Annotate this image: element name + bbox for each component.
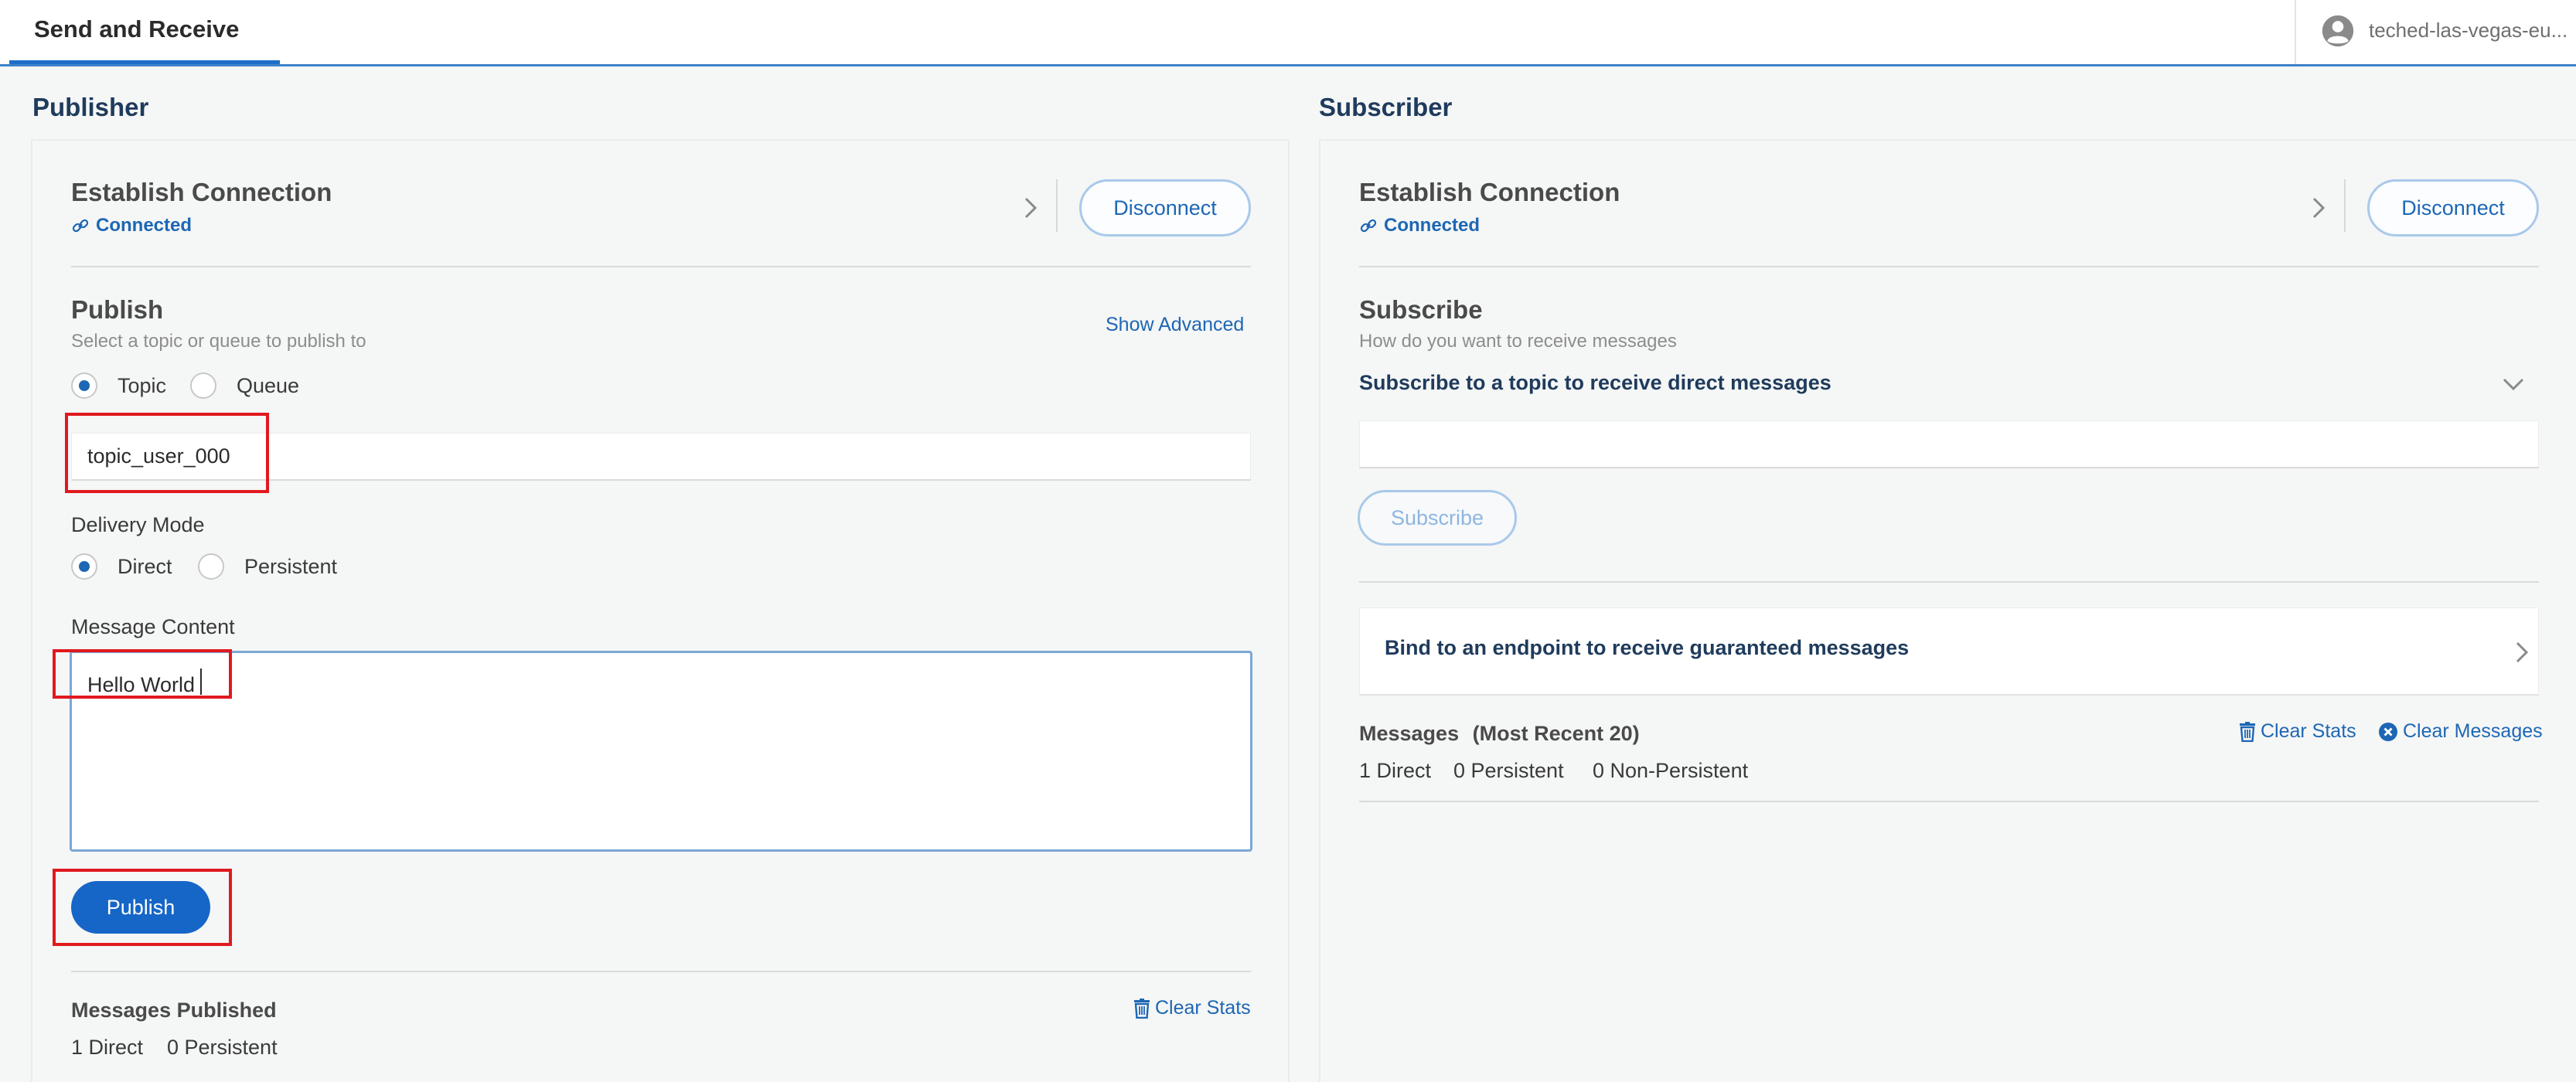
message-content-label: Message Content [71,615,235,638]
tab-send-and-receive[interactable]: Send and Receive [9,0,280,64]
received-non-persistent-count: 0 Non-Persistent [1593,759,1749,782]
bind-endpoint-label: Bind to an endpoint to receive guarantee… [1385,636,1910,659]
queue-radio[interactable] [190,373,216,399]
clear-stats-label: Clear Stats [1155,997,1251,1019]
disconnect-button[interactable]: Disconnect [1079,179,1251,236]
subscribe-direct-title[interactable]: Subscribe to a topic to receive direct m… [1359,371,1831,395]
publisher-connection-status: Connected [71,215,192,236]
link-icon [72,219,89,233]
divider [1056,179,1058,232]
status-text: Connected [96,215,193,236]
divider [1359,801,2539,802]
trash-icon [2240,721,2255,742]
highlight-box [53,649,232,699]
clear-stats-label: Clear Stats [2261,720,2356,742]
publish-title: Publish [71,295,164,324]
delivery-mode-label: Delivery Mode [71,513,205,536]
highlight-box [53,869,232,946]
topic-radio-label: Topic [118,374,167,397]
publisher-card: Establish Connection Connected Disconnec… [31,139,1290,1082]
received-direct-count: 1 Direct [1359,759,1432,782]
subscribe-title: Subscribe [1359,295,1483,324]
chevron-right-icon [2516,641,2529,663]
divider [1359,266,2539,267]
direct-radio[interactable] [71,553,97,580]
clear-messages-label: Clear Messages [2403,720,2543,742]
top-bar: Send and Receive teched-las-vegas-eu... [0,0,2576,66]
divider [71,266,1251,267]
messages-subtitle: (Most Recent 20) [1472,722,1640,745]
user-name: teched-las-vegas-eu... [2369,19,2568,42]
subscriber-card: Establish Connection Connected Disconnec… [1319,139,2576,1082]
messages-title: Messages (Most Recent 20) [1359,722,1640,746]
messages-title-text: Messages [1359,722,1460,745]
subscriber-connection-title: Establish Connection [1359,178,1620,206]
chevron-down-icon[interactable] [2502,377,2525,391]
subscribe-topic-input[interactable] [1359,420,2539,468]
bind-endpoint-row[interactable]: Bind to an endpoint to receive guarantee… [1359,607,2539,696]
close-circle-icon [2379,722,2397,741]
trash-icon [1134,998,1150,1019]
subscriber-connection-status: Connected [1359,215,1480,236]
topic-radio[interactable] [71,373,97,399]
queue-radio-label: Queue [237,374,300,397]
direct-radio-label: Direct [118,555,172,578]
clear-stats-link[interactable]: Clear Stats [1133,997,1251,1019]
publisher-connection-title: Establish Connection [71,178,332,206]
user-menu[interactable]: teched-las-vegas-eu... [2295,0,2576,64]
highlight-box [65,413,269,493]
chevron-right-icon[interactable] [2312,196,2326,219]
chevron-right-icon[interactable] [1024,196,1038,219]
divider [2344,179,2346,232]
tab-label: Send and Receive [34,15,240,43]
divider [71,971,1251,972]
clear-stats-link[interactable]: Clear Stats [2239,720,2356,743]
show-advanced-link[interactable]: Show Advanced [1106,314,1244,336]
published-direct-count: 1 Direct [71,1036,144,1059]
subscriber-title: Subscriber [1319,93,1453,121]
divider [1359,581,2539,583]
published-persistent-count: 0 Persistent [167,1036,278,1059]
publish-hint: Select a topic or queue to publish to [71,331,366,352]
received-persistent-count: 0 Persistent [1453,759,1564,782]
status-text: Connected [1384,215,1481,236]
message-content-textarea[interactable]: Hello World [70,651,1252,852]
subscribe-hint: How do you want to receive messages [1359,331,1677,352]
publisher-title: Publisher [32,93,149,121]
subscribe-button[interactable]: Subscribe [1358,490,1517,546]
disconnect-button[interactable]: Disconnect [2367,179,2539,236]
clear-messages-link[interactable]: Clear Messages [2378,720,2543,743]
messages-published-title: Messages Published [71,999,277,1022]
link-icon [1360,219,1377,233]
user-circle-icon [2322,15,2354,47]
persistent-radio-label: Persistent [244,555,338,578]
persistent-radio[interactable] [198,553,224,580]
